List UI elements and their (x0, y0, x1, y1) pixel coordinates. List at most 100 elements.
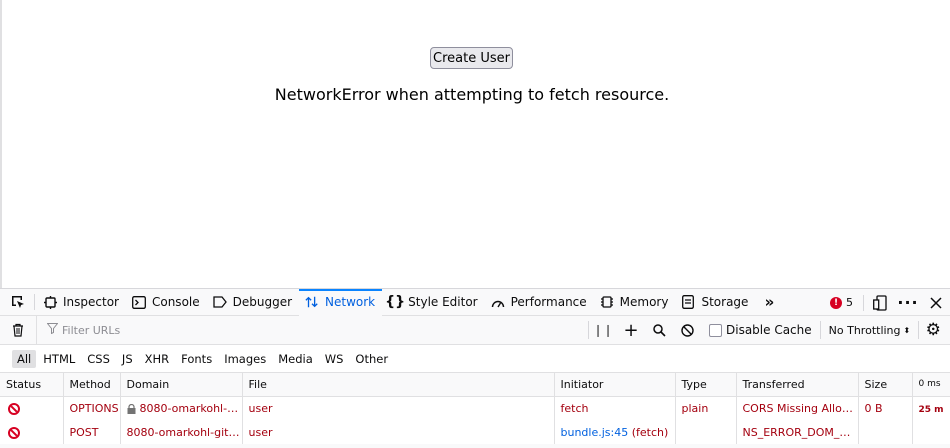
initiator-link[interactable]: bundle.js:45 (561, 426, 629, 439)
transferred-cell: NS_ERROR_DOM_B… (736, 420, 859, 444)
table-row[interactable]: OPTIONS 8080-omarkohl-g… user fetch plai… (0, 396, 950, 420)
pause-icon[interactable]: ❘❘ (589, 316, 617, 345)
lock-icon (127, 404, 136, 415)
filter-all[interactable]: All (12, 349, 37, 368)
status-cell (0, 396, 64, 420)
column-header-method[interactable]: Method (63, 373, 121, 397)
filter-fonts[interactable]: Fonts (176, 350, 217, 368)
block-icon[interactable] (673, 316, 701, 345)
type-cell: plain (675, 396, 737, 420)
blocked-icon (8, 402, 20, 415)
filter-js[interactable]: JS (117, 350, 138, 368)
create-user-button[interactable]: Create User (430, 47, 513, 69)
more-options-icon[interactable]: ··· (894, 289, 922, 316)
column-header-file[interactable]: File (242, 373, 555, 397)
tab-memory[interactable]: Memory (594, 289, 676, 316)
column-header-status[interactable]: Status (0, 373, 64, 397)
domain-cell: 8080-omarkohl-g… (120, 396, 243, 420)
tab-label: Storage (701, 295, 749, 309)
tab-debugger[interactable]: Debugger (207, 289, 299, 316)
tab-label: Debugger (232, 295, 293, 309)
style-editor-icon: {} (385, 294, 406, 310)
column-header-type[interactable]: Type (675, 373, 737, 397)
tab-storage[interactable]: Storage (675, 289, 755, 316)
column-header-size[interactable]: Size (858, 373, 913, 397)
disable-cache-toggle[interactable]: Disable Cache (701, 323, 820, 337)
tab-label: Inspector (63, 295, 119, 309)
initiator-cell: fetch (554, 396, 676, 420)
tab-label: Memory (619, 295, 669, 309)
waterfall-cell (912, 420, 950, 444)
tab-inspector[interactable]: Inspector (37, 289, 126, 316)
error-count: 5 (846, 296, 853, 309)
disable-cache-label: Disable Cache (726, 323, 812, 337)
element-picker-icon[interactable] (4, 289, 32, 316)
domain-cell: 8080-omarkohl-gitp… (120, 420, 243, 444)
network-toolbar: ❘❘ + Disable Cache No Throttling ⬍ ⚙ (0, 315, 950, 345)
filter-css[interactable]: CSS (82, 350, 115, 368)
network-icon (305, 295, 319, 309)
add-icon[interactable]: + (617, 316, 645, 345)
filter-other[interactable]: Other (350, 350, 393, 368)
file-cell: user (242, 420, 555, 444)
inspector-icon (43, 295, 57, 309)
debugger-icon (212, 295, 227, 309)
type-cell (675, 420, 737, 444)
column-header-initiator[interactable]: Initiator (554, 373, 676, 397)
search-icon[interactable] (645, 316, 673, 345)
toolbar-right-group: ! 5 ··· (822, 289, 950, 316)
filter-xhr[interactable]: XHR (140, 350, 175, 368)
devtools-toolbar: Inspector Console Debugger Network {} St… (0, 288, 950, 316)
storage-icon (681, 295, 695, 309)
filter-urls-input[interactable] (62, 323, 542, 337)
memory-icon (600, 295, 614, 309)
error-message: NetworkError when attempting to fetch re… (274, 85, 670, 104)
domain-text: 8080-omarkohl-g… (139, 401, 242, 415)
transferred-cell: CORS Missing Allow… (736, 396, 859, 420)
filter-ws[interactable]: WS (320, 350, 349, 368)
file-cell: user (242, 396, 555, 420)
more-tools-chevron-icon[interactable]: » (755, 289, 783, 316)
waterfall-cell: 25 m (912, 396, 950, 420)
gear-icon[interactable]: ⚙ (919, 316, 947, 345)
filter-media[interactable]: Media (273, 350, 318, 368)
column-header-transferred[interactable]: Transferred (736, 373, 859, 397)
error-count-badge[interactable]: ! 5 (822, 296, 861, 309)
devtools-panel: Inspector Console Debugger Network {} St… (0, 288, 950, 448)
status-cell (0, 420, 64, 444)
error-icon: ! (830, 296, 842, 309)
trash-icon[interactable] (4, 316, 32, 345)
tab-label: Network (325, 295, 376, 309)
toolbar-separator (34, 294, 35, 310)
tab-label: Console (151, 295, 200, 309)
size-cell: 0 B (858, 396, 913, 420)
toolbar-separator (863, 294, 864, 311)
waterfall-timing: 25 m (918, 404, 944, 415)
filter-images[interactable]: Images (219, 350, 271, 368)
tab-network[interactable]: Network (299, 288, 383, 316)
filter-icon (46, 323, 59, 337)
disable-cache-checkbox[interactable] (709, 323, 722, 337)
tab-console[interactable]: Console (126, 289, 207, 316)
updown-arrows-icon: ⬍ (903, 325, 911, 335)
close-icon[interactable] (922, 289, 950, 316)
page-viewport: Create User NetworkError when attempting… (0, 0, 950, 288)
tab-style-editor[interactable]: {} Style Editor (382, 289, 484, 316)
filter-html[interactable]: HTML (38, 350, 80, 368)
throttling-value: No Throttling (828, 323, 901, 337)
method-cell: OPTIONS (63, 396, 121, 420)
initiator-suffix: (fetch) (628, 425, 669, 439)
url-filter[interactable] (36, 315, 588, 345)
blocked-icon (8, 426, 20, 439)
console-icon (132, 295, 146, 309)
performance-icon (491, 295, 505, 309)
table-header-row: Status Method Domain File Initiator Type… (0, 373, 950, 397)
table-row[interactable]: POST 8080-omarkohl-gitp… user bundle.js:… (0, 420, 950, 444)
column-header-domain[interactable]: Domain (120, 373, 243, 397)
tab-performance[interactable]: Performance (485, 289, 594, 316)
column-header-waterfall[interactable]: 0 ms (912, 373, 950, 397)
method-cell: POST (63, 420, 121, 444)
initiator-cell: bundle.js:45 (fetch) (554, 420, 676, 444)
throttling-select[interactable]: No Throttling ⬍ (821, 324, 919, 337)
responsive-design-icon[interactable] (866, 289, 894, 316)
